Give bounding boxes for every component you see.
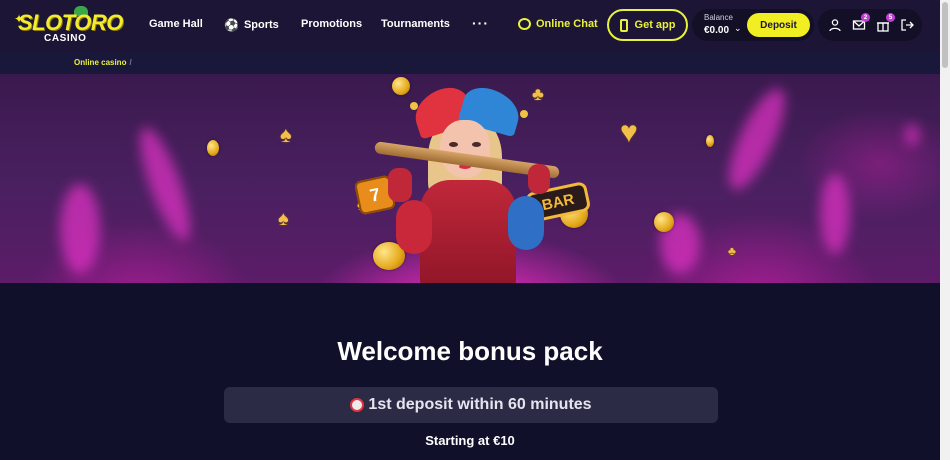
breadcrumb-separator: / — [129, 58, 132, 67]
messages-badge: 2 — [861, 13, 870, 22]
flame-decoration — [905, 124, 919, 146]
get-app-button[interactable]: Get app — [607, 9, 688, 41]
club-icon: ♣ — [728, 244, 736, 258]
gold-coin-icon — [654, 212, 674, 232]
get-app-label: Get app — [634, 19, 676, 31]
jester-sleeve-blue — [508, 196, 544, 250]
jester-glove — [388, 168, 412, 202]
starting-amount-text: Starting at €10 — [425, 433, 515, 448]
heart-icon: ♥ — [620, 116, 638, 149]
jester-eye — [472, 142, 481, 147]
phone-icon — [619, 18, 628, 32]
online-chat-button[interactable]: Online Chat — [518, 18, 598, 30]
flame-decoration — [820, 174, 850, 254]
hat-bell — [410, 102, 418, 110]
breadcrumb: Online casino / — [74, 58, 132, 67]
top-header: ✦ SLOTORO CASINO Game Hall ⚽ Sports Prom… — [0, 0, 950, 51]
nav-game-hall-label: Game Hall — [149, 18, 203, 30]
nav-tournaments-label: Tournaments — [381, 18, 450, 30]
promo-banner: ♠ ♠ ♠ ♣ ♥ ♣ 7 BAR — [0, 74, 940, 283]
nav-promotions-label: Promotions — [301, 18, 363, 30]
nav-sports[interactable]: ⚽ Sports — [224, 18, 279, 32]
scrollbar-thumb[interactable] — [942, 2, 948, 68]
balance-label: Balance — [704, 13, 733, 22]
logout-icon[interactable] — [900, 18, 914, 32]
nav-promotions[interactable]: Promotions — [301, 18, 362, 30]
gold-coin-icon — [207, 140, 219, 156]
gifts-badge: 5 — [886, 13, 895, 22]
promo-condition-box: 1st deposit within 60 minutes — [224, 387, 718, 423]
jester-eye — [449, 142, 458, 147]
deposit-button[interactable]: Deposit — [747, 13, 810, 37]
jester-face — [440, 120, 490, 178]
gold-coin-icon — [706, 135, 714, 147]
online-chat-label: Online Chat — [536, 18, 598, 30]
promo-condition-text: 1st deposit within 60 minutes — [368, 396, 592, 413]
jester-character-illustration — [374, 80, 560, 283]
hat-bell — [520, 110, 528, 118]
spade-icon: ♠ — [278, 208, 289, 230]
logo-subtext: CASINO — [44, 33, 87, 44]
account-icon-group: 2 5 — [818, 9, 922, 41]
nav-tournaments[interactable]: Tournaments — [381, 18, 450, 30]
soccer-ball-icon: ⚽ — [224, 18, 239, 32]
page-title: Welcome bonus pack — [337, 336, 603, 366]
breadcrumb-item-online-casino[interactable]: Online casino — [74, 58, 126, 67]
balance-value: €0.00 — [704, 25, 730, 36]
jester-glove — [528, 164, 550, 194]
nav-sports-label: Sports — [243, 19, 279, 31]
flame-decoration — [718, 81, 796, 197]
jester-outfit — [420, 180, 516, 283]
user-icon[interactable] — [828, 18, 842, 32]
nav-game-hall[interactable]: Game Hall — [149, 18, 203, 30]
site-logo[interactable]: ✦ SLOTORO CASINO — [14, 6, 123, 46]
more-menu-button[interactable]: ··· — [472, 15, 489, 31]
chevron-down-icon[interactable]: ⌄ — [734, 23, 742, 34]
page-scrollbar[interactable] — [940, 0, 950, 460]
jester-sleeve-red — [396, 200, 432, 254]
flame-decoration — [130, 122, 200, 246]
alarm-clock-icon — [350, 398, 365, 412]
breadcrumb-bar — [0, 51, 940, 74]
spade-icon: ♠ — [280, 122, 292, 147]
headset-icon — [518, 18, 531, 30]
flame-decoration — [60, 184, 100, 274]
